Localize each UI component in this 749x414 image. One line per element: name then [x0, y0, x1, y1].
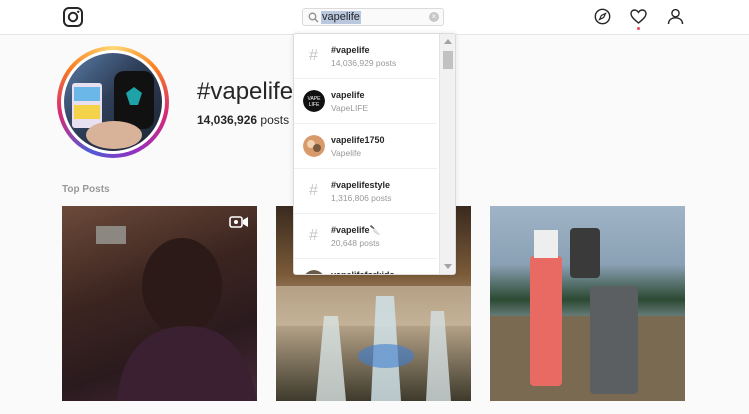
top-posts-heading: Top Posts [62, 184, 110, 195]
scrollbar-thumb[interactable] [443, 51, 453, 69]
suggestion-subtitle: Vapelife [331, 148, 362, 158]
video-camera-icon [229, 216, 248, 228]
suggestion-item-user[interactable]: VAPE LIFE vapelife VapeLIFE [294, 79, 437, 124]
compass-icon[interactable] [594, 8, 611, 25]
clear-search-icon[interactable]: × [429, 12, 439, 22]
suggestion-item-hashtag[interactable]: # #vapelife 14,036,929 posts [294, 34, 437, 79]
suggestion-list: # #vapelife 14,036,929 posts VAPE LIFE v… [294, 34, 437, 275]
post-count-label: posts [260, 113, 290, 127]
scroll-up-arrow-icon[interactable] [444, 39, 452, 44]
search-input[interactable]: vapelife × [302, 8, 444, 26]
top-post-1[interactable] [62, 206, 257, 401]
top-nav-bar: vapelife × [0, 0, 749, 35]
heart-icon[interactable] [630, 8, 647, 25]
search-icon [308, 12, 319, 23]
svg-text:LIFE: LIFE [309, 102, 320, 108]
hashtag-icon: # [309, 182, 318, 199]
post-count-number: 14,036,926 [197, 113, 258, 127]
hashtag-title: #vapelife [197, 78, 294, 105]
suggestion-subtitle: 14,036,929 posts [331, 58, 397, 68]
user-avatar [303, 135, 325, 157]
suggestion-subtitle: 1,316,806 posts [331, 193, 392, 203]
suggestion-subtitle: 20,648 posts [331, 238, 380, 248]
scroll-down-arrow-icon[interactable] [444, 264, 452, 269]
hashtag-avatar-image [64, 53, 162, 151]
suggestion-title: vapelife1750 [331, 135, 385, 145]
person-icon[interactable] [667, 8, 684, 25]
hashtag-icon: # [309, 47, 318, 64]
suggestion-title: vapelife [331, 90, 365, 100]
user-avatar: VAPE LIFE [303, 90, 325, 112]
notification-dot [637, 27, 640, 30]
suggestion-item-user[interactable]: vapelife1750 Vapelife [294, 124, 437, 169]
search-query-text[interactable]: vapelife [321, 11, 361, 24]
hashtag-icon: # [309, 227, 318, 244]
post-count: 14,036,926 posts [197, 113, 289, 127]
search-suggestions-dropdown: # #vapelife 14,036,929 posts VAPE LIFE v… [293, 33, 456, 275]
hashtag-avatar [57, 46, 169, 158]
suggestion-item-user[interactable]: vapelifeforkids [294, 259, 437, 275]
dropdown-scrollbar[interactable] [439, 34, 455, 274]
suggestion-title: #vapelife🔪 [331, 225, 381, 235]
suggestion-title: vapelifeforkids [331, 270, 395, 275]
suggestion-title: #vapelife [331, 45, 370, 55]
user-avatar [305, 270, 323, 274]
top-post-3[interactable] [490, 206, 685, 401]
suggestion-item-hashtag[interactable]: # #vapelife🔪 20,648 posts [294, 214, 437, 259]
suggestion-subtitle: VapeLIFE [331, 103, 369, 113]
suggestion-title: #vapelifestyle [331, 180, 391, 190]
instagram-logo-icon[interactable] [63, 7, 83, 27]
suggestion-item-hashtag[interactable]: # #vapelifestyle 1,316,806 posts [294, 169, 437, 214]
